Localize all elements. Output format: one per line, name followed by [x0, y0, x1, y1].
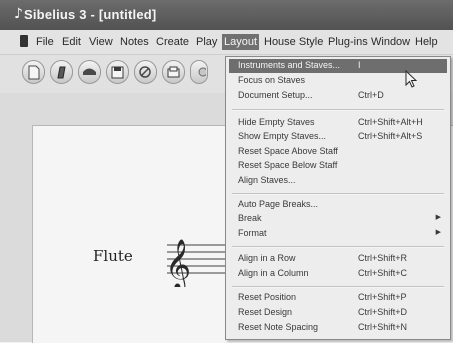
menu-create[interactable]: Create	[154, 34, 191, 50]
menu-item-reset-position[interactable]: Reset Position Ctrl+Shift+P	[229, 291, 447, 305]
document-icon[interactable]	[20, 35, 28, 47]
print-preview-button[interactable]	[162, 60, 185, 84]
menu-help[interactable]: Help	[413, 34, 440, 50]
menu-separator	[232, 286, 444, 288]
menu-separator	[232, 193, 444, 195]
menu-file[interactable]: File	[34, 34, 56, 50]
menu-item-reset-design[interactable]: Reset Design Ctrl+Shift+D	[229, 306, 447, 320]
menu-item-align-in-a-column[interactable]: Align in a Column Ctrl+Shift+C	[229, 267, 447, 281]
new-icon	[28, 65, 40, 80]
menu-house-style[interactable]: House Style	[262, 34, 325, 50]
menu-item-reset-space-below-staff[interactable]: Reset Space Below Staff	[229, 159, 447, 173]
close-icon	[83, 68, 96, 75]
submenu-arrow-icon: ▶	[435, 229, 441, 236]
save-icon	[111, 66, 124, 79]
menu-play[interactable]: Play	[194, 34, 219, 50]
menu-item-auto-page-breaks[interactable]: Auto Page Breaks...	[229, 198, 447, 212]
new-button[interactable]	[22, 60, 45, 84]
menu-item-align-in-a-row[interactable]: Align in a Row Ctrl+Shift+R	[229, 252, 447, 266]
menu-item-reset-space-above-staff[interactable]: Reset Space Above Staff	[229, 145, 447, 159]
open-icon	[57, 66, 66, 79]
menu-separator	[232, 246, 444, 248]
sibelius-app-icon[interactable]: ♪	[14, 7, 23, 21]
print-preview-icon	[167, 66, 180, 78]
submenu-arrow-icon: ▶	[435, 214, 441, 221]
menu-notes[interactable]: Notes	[118, 34, 151, 50]
menu-item-reset-note-spacing[interactable]: Reset Note Spacing Ctrl+Shift+N	[229, 321, 447, 335]
menu-edit[interactable]: Edit	[60, 34, 83, 50]
menu-layout[interactable]: Layout	[222, 34, 260, 50]
close-button[interactable]	[78, 60, 101, 84]
print-icon	[139, 66, 151, 78]
menu-window[interactable]: Window	[369, 34, 412, 50]
title-bar: ♪ Sibelius 3 - [untitled]	[0, 0, 453, 30]
mouse-cursor-icon	[405, 70, 418, 88]
menu-plug-ins[interactable]: Plug-ins	[326, 34, 370, 50]
instrument-name[interactable]: Flute	[93, 247, 133, 265]
print-button[interactable]	[134, 60, 157, 84]
treble-clef-icon: 𝄞	[165, 239, 191, 287]
partial-icon	[198, 67, 206, 77]
menu-item-align-staves[interactable]: Align Staves...	[229, 174, 447, 188]
open-button[interactable]	[50, 60, 73, 84]
layout-menu-dropdown: Instruments and Staves... I Focus on Stav…	[225, 56, 451, 340]
menu-view[interactable]: View	[87, 34, 115, 50]
toolbar-more-button[interactable]	[190, 60, 208, 84]
save-button[interactable]	[106, 60, 129, 84]
menu-item-format[interactable]: Format ▶	[229, 227, 447, 241]
menu-bar: File Edit View Notes Create Play Layout …	[0, 30, 453, 55]
menu-item-hide-empty-staves[interactable]: Hide Empty Staves Ctrl+Shift+Alt+H	[229, 116, 447, 130]
menu-item-document-setup[interactable]: Document Setup... Ctrl+D	[229, 89, 447, 103]
menu-separator	[232, 109, 444, 111]
window-title: Sibelius 3 - [untitled]	[24, 7, 157, 22]
menu-item-break[interactable]: Break ▶	[229, 212, 447, 226]
menu-item-show-empty-staves[interactable]: Show Empty Staves... Ctrl+Shift+Alt+S	[229, 130, 447, 144]
